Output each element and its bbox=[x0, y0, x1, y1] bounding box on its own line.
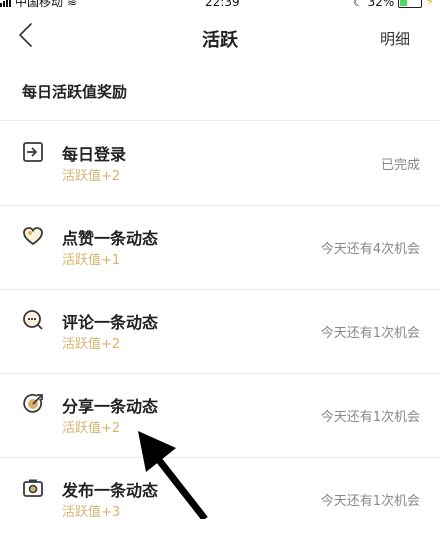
task-status: 已完成 bbox=[380, 158, 420, 173]
moon-icon: ☾ bbox=[352, 0, 364, 9]
nav-bar: 活跃 明细 bbox=[0, 12, 440, 60]
status-right: ☾ 32% ⚡ bbox=[353, 0, 434, 8]
task-status: 今天还有1次机会 bbox=[320, 326, 420, 341]
task-reward: 活跃值+2 bbox=[62, 421, 121, 436]
heart-icon bbox=[23, 227, 43, 246]
task-name: 分享一条动态 bbox=[62, 397, 159, 416]
charging-icon: ⚡ bbox=[426, 0, 434, 8]
comment-icon bbox=[23, 310, 43, 330]
share-icon bbox=[23, 393, 43, 413]
battery-icon bbox=[398, 0, 423, 8]
wifi-icon: ≋ bbox=[67, 0, 78, 9]
task-row-like[interactable]: 点赞一条动态 活跃值+1 今天还有4次机会 bbox=[0, 205, 440, 290]
login-icon bbox=[23, 142, 43, 162]
task-name: 每日登录 bbox=[62, 145, 127, 164]
task-row-comment[interactable]: 评论一条动态 活跃值+2 今天还有1次机会 bbox=[0, 289, 440, 374]
status-time: 22:39 bbox=[205, 0, 240, 9]
task-row-share[interactable]: 分享一条动态 活跃值+2 今天还有1次机会 bbox=[0, 373, 440, 458]
signal-icon bbox=[0, 0, 11, 7]
section-title: 每日活跃值奖励 bbox=[22, 83, 128, 101]
task-reward: 活跃值+2 bbox=[62, 169, 121, 184]
detail-button[interactable]: 明细 bbox=[380, 28, 410, 49]
task-name: 点赞一条动态 bbox=[62, 229, 159, 248]
status-left: 中国移动 ≋ bbox=[0, 0, 77, 8]
section-header: 每日活跃值奖励 bbox=[0, 62, 440, 121]
task-name: 评论一条动态 bbox=[62, 313, 159, 332]
page-title: 活跃 bbox=[202, 30, 238, 51]
task-status: 今天还有1次机会 bbox=[320, 410, 420, 425]
task-reward: 活跃值+3 bbox=[62, 505, 121, 520]
status-bar: 中国移动 ≋ 22:39 ☾ 32% ⚡ bbox=[0, 0, 440, 12]
task-reward: 活跃值+1 bbox=[62, 253, 121, 268]
task-reward: 活跃值+2 bbox=[62, 337, 121, 352]
task-status: 今天还有1次机会 bbox=[320, 494, 420, 509]
task-row-post[interactable]: 发布一条动态 活跃值+3 今天还有1次机会 bbox=[0, 457, 440, 541]
task-name: 发布一条动态 bbox=[62, 481, 159, 500]
task-status: 今天还有4次机会 bbox=[320, 242, 420, 257]
carrier-label: 中国移动 bbox=[15, 0, 64, 9]
battery-percent: 32% bbox=[367, 0, 395, 9]
camera-icon bbox=[23, 479, 43, 497]
task-row-login[interactable]: 每日登录 活跃值+2 已完成 bbox=[0, 121, 440, 206]
